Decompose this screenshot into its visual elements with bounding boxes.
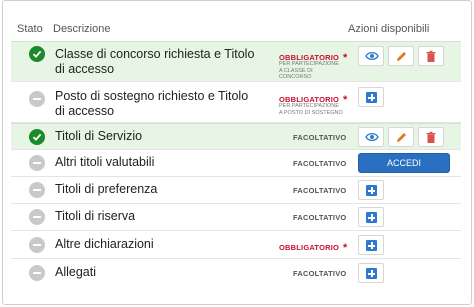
add-button[interactable] — [358, 180, 384, 200]
table-row-titoli-servizio: Titoli di Servizio FACOLTATIVO — [11, 123, 461, 150]
minus-icon — [29, 155, 45, 171]
row-note: PER PARTECIPAZIONE A POSTO DI SOSTEGNO — [279, 103, 343, 116]
plus-icon — [366, 92, 377, 103]
view-button[interactable] — [358, 127, 384, 147]
pencil-icon — [397, 133, 406, 142]
row-label: Altre dichiarazioni — [55, 237, 154, 251]
table-row-altri-titoli: Altri titoli valutabili FACOLTATIVO ACCE… — [11, 150, 461, 177]
row-note: PER PARTECIPAZIONE A CLASSE DI CONCORSO — [279, 61, 339, 80]
table-header: Stato Descrizione Azioni disponibili — [3, 1, 471, 37]
minus-icon — [29, 182, 45, 198]
header-stato: Stato — [17, 23, 43, 35]
check-icon — [29, 129, 45, 145]
row-label: Allegati — [55, 265, 96, 279]
minus-icon — [29, 209, 45, 225]
header-azioni: Azioni disponibili — [348, 23, 430, 35]
add-button[interactable] — [358, 207, 384, 227]
add-button[interactable] — [358, 235, 384, 255]
row-label: Titoli di preferenza — [55, 182, 158, 196]
optional-badge: FACOLTATIVO — [293, 159, 347, 168]
table-row-posto-sostegno: Posto di sostegno richiesto e Titolo di … — [11, 82, 461, 123]
delete-button[interactable] — [418, 127, 444, 147]
plus-icon — [366, 268, 377, 279]
table-row-titoli-preferenza: Titoli di preferenza FACOLTATIVO — [11, 177, 461, 204]
edit-button[interactable] — [388, 127, 414, 147]
plus-icon — [366, 212, 377, 223]
eye-icon — [365, 132, 379, 142]
table-row-titoli-riserva: Titoli di riserva FACOLTATIVO — [11, 204, 461, 231]
optional-badge: FACOLTATIVO — [293, 133, 347, 142]
table-row-allegati: Allegati FACOLTATIVO — [11, 259, 461, 287]
required-badge: OBBLIGATORIO * — [279, 242, 348, 254]
required-star: * — [343, 242, 348, 254]
eye-icon — [365, 51, 379, 61]
minus-icon — [29, 237, 45, 253]
check-icon — [29, 46, 45, 62]
trash-icon — [426, 50, 436, 62]
optional-badge: FACOLTATIVO — [293, 269, 347, 278]
plus-icon — [366, 240, 377, 251]
required-star: * — [343, 52, 348, 64]
row-label: Titoli di riserva — [55, 209, 136, 223]
trash-icon — [426, 131, 436, 143]
pencil-icon — [397, 52, 406, 61]
optional-badge: FACOLTATIVO — [293, 213, 347, 222]
view-button[interactable] — [358, 46, 384, 66]
row-label: Posto di sostegno richiesto e Titolo di … — [55, 89, 249, 118]
edit-button[interactable] — [388, 46, 414, 66]
table-row-classe-concorso: Classe di concorso richiesta e Titolo di… — [11, 41, 461, 82]
row-label: Classe di concorso richiesta e Titolo di… — [55, 47, 255, 76]
optional-badge: FACOLTATIVO — [293, 186, 347, 195]
accedi-button[interactable]: ACCEDI — [358, 153, 450, 173]
header-descrizione: Descrizione — [53, 23, 111, 35]
add-button[interactable] — [358, 87, 384, 107]
minus-icon — [29, 91, 45, 107]
domanda-panel: Stato Descrizione Azioni disponibili Cla… — [2, 0, 472, 305]
minus-icon — [29, 265, 45, 281]
required-star: * — [343, 94, 348, 106]
row-label: Altri titoli valutabili — [55, 155, 155, 169]
table-row-altre-dichiarazioni: Altre dichiarazioni OBBLIGATORIO * — [11, 231, 461, 259]
add-button[interactable] — [358, 263, 384, 283]
plus-icon — [366, 185, 377, 196]
row-label: Titoli di Servizio — [55, 129, 143, 143]
delete-button[interactable] — [418, 46, 444, 66]
